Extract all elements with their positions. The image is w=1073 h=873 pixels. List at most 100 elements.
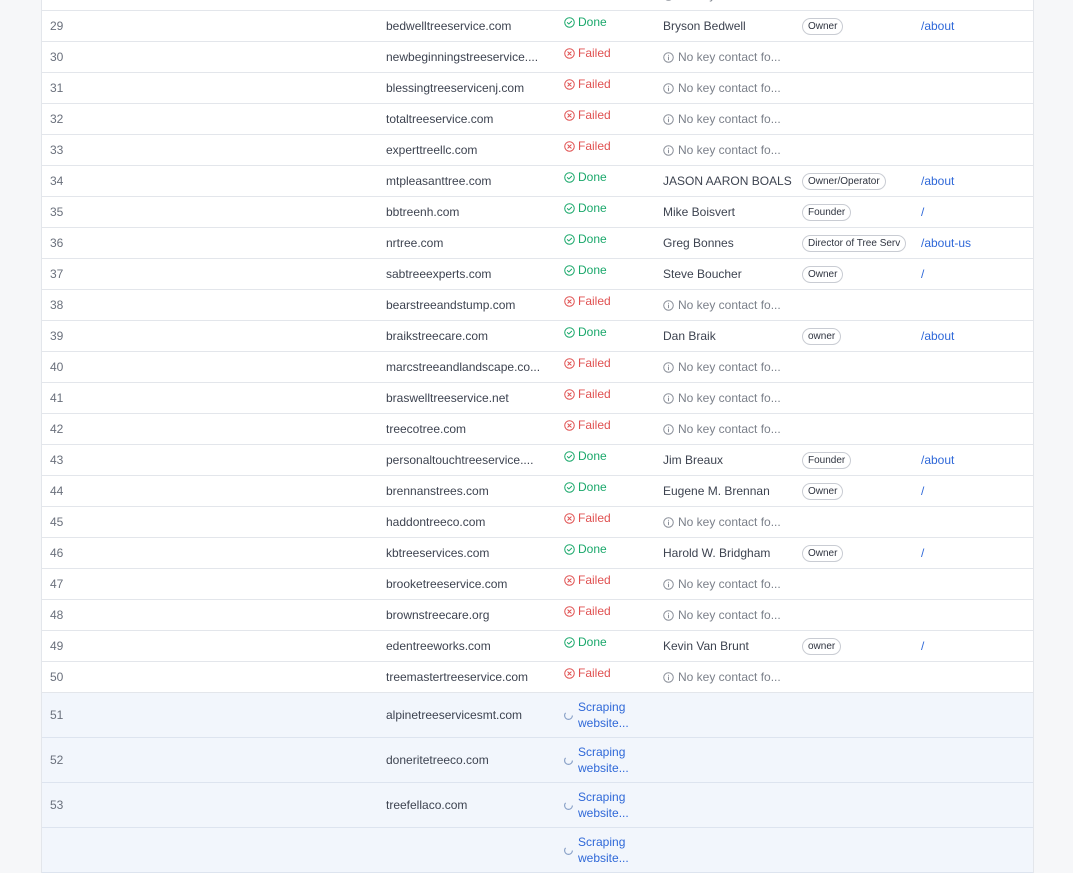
table-row[interactable]: 36 nrtree.com Done Greg Bonnes Director of T…: [42, 228, 1033, 259]
contact-name: Eugene M. Brennan: [663, 476, 795, 506]
table-row[interactable]: 37 sabtreeexperts.com Done Steve Boucher Own…: [42, 259, 1033, 290]
table-row[interactable]: 47 brooketreeservice.com Failed No key cont…: [42, 569, 1033, 600]
table-row[interactable]: 53 treefellaco.com Scraping website...: [42, 783, 1033, 828]
role-badge: Owner: [802, 265, 844, 283]
table-row[interactable]: 40 marcstreeandlandscape.co... Failed No ke…: [42, 352, 1033, 383]
contact-name: No key contact fo...: [663, 0, 795, 10]
table-row[interactable]: 43 personaltouchtreeservice.... Done Jim Br…: [42, 445, 1033, 476]
domain-text: brooketreeservice.com: [386, 577, 508, 591]
source-link[interactable]: /about: [921, 11, 1021, 41]
table-row[interactable]: 33 experttreellc.com Failed No key contact …: [42, 135, 1033, 166]
status-label: Done: [578, 201, 607, 215]
no-contact-text: No key contact fo...: [678, 422, 781, 436]
source-link[interactable]: /about-us: [921, 228, 1021, 258]
contact-name-text: Eugene M. Brennan: [663, 484, 770, 498]
table-row[interactable]: 31 blessingtreeservicenj.com Failed No key …: [42, 73, 1033, 104]
table-row[interactable]: Scraping website...: [42, 828, 1033, 873]
status-label: Done: [578, 542, 607, 556]
status-label: Done: [578, 635, 607, 649]
status-cell: Failed: [564, 135, 654, 165]
domain-text: treefellaco.com: [386, 798, 468, 812]
domain-cell: brennanstrees.com: [386, 476, 554, 506]
domain-cell: blessingtreeservicenj.com: [386, 73, 554, 103]
domain-text: braswelltreeservice.net: [386, 391, 509, 405]
spinner-icon: [564, 800, 573, 810]
domain-text: personaltouchtreeservice....: [386, 453, 534, 467]
source-link[interactable]: /: [921, 197, 1021, 227]
status-cell: Failed: [564, 383, 654, 413]
info-icon: [663, 361, 674, 373]
contact-name: No key contact fo...: [663, 414, 795, 444]
status-label: Done: [578, 170, 607, 184]
check-circle-icon: [564, 450, 575, 462]
status-cell: Done: [564, 445, 654, 475]
status-label: Failed: [578, 418, 611, 432]
source-link[interactable]: /: [921, 631, 1021, 661]
role-cell: owner: [802, 631, 912, 661]
check-circle-icon: [564, 264, 575, 276]
no-contact-text: No key contact fo...: [678, 360, 781, 374]
table-row[interactable]: 30 newbeginningstreeservice.... Failed No k…: [42, 42, 1033, 73]
source-link[interactable]: /: [921, 538, 1021, 568]
status-cell: Scraping website...: [564, 693, 654, 737]
no-contact-text: No key contact fo...: [678, 577, 781, 591]
row-number: 28: [50, 0, 90, 10]
table-row[interactable]: 28 senatetreeservice.com Failed No key cont…: [42, 0, 1033, 11]
table-row[interactable]: 39 braikstreecare.com Done Dan Braik owner/a…: [42, 321, 1033, 352]
status-label: Scraping website...: [578, 790, 629, 820]
row-number: 37: [50, 267, 64, 281]
contact-name: No key contact fo...: [663, 569, 795, 599]
row-number: 52: [50, 753, 64, 767]
domain-text: bedwelltreeservice.com: [386, 19, 512, 33]
row-number: 32: [50, 112, 64, 126]
table-row[interactable]: 44 brennanstrees.com Done Eugene M. Brennan…: [42, 476, 1033, 507]
table-row[interactable]: 38 bearstreeandstump.com Failed No key cont…: [42, 290, 1033, 321]
x-circle-icon: [564, 512, 575, 524]
table-row[interactable]: 51 alpinetreeservicesmt.com Scraping websi…: [42, 693, 1033, 738]
domain-cell: treecotree.com: [386, 414, 554, 444]
row-number: 30: [50, 50, 64, 64]
table-row[interactable]: 29 bedwelltreeservice.com Done Bryson Bedwe…: [42, 11, 1033, 42]
info-icon: [663, 516, 674, 528]
no-contact-text: No key contact fo...: [678, 81, 781, 95]
x-circle-icon: [564, 667, 575, 679]
source-link[interactable]: /: [921, 259, 1021, 289]
row-number: 43: [50, 453, 64, 467]
domain-text: mtpleasanttree.com: [386, 174, 492, 188]
role-cell: Founder: [802, 197, 912, 227]
domain-cell: sabtreeexperts.com: [386, 259, 554, 289]
row-number: 51: [50, 708, 64, 722]
table-row[interactable]: 49 edentreeworks.com Done Kevin Van Brunt ow…: [42, 631, 1033, 662]
status-cell: Failed: [564, 104, 654, 134]
table-row[interactable]: 41 braswelltreeservice.net Failed No key co…: [42, 383, 1033, 414]
domain-text: marcstreeandlandscape.co...: [386, 360, 541, 374]
table-row[interactable]: 42 treecotree.com Failed No key contact fo.…: [42, 414, 1033, 445]
table-row[interactable]: 45 haddontreeco.com Failed No key contact f…: [42, 507, 1033, 538]
status-label: Done: [578, 480, 607, 494]
table-row[interactable]: 46 kbtreeservices.com Done Harold W. Bridgh…: [42, 538, 1033, 569]
contact-name-text: Harold W. Bridgham: [663, 546, 771, 560]
contact-name: Jim Breaux: [663, 445, 795, 475]
status-label: Done: [578, 263, 607, 277]
table-row[interactable]: 35 bbtreenh.com Done Mike Boisvert Founder /: [42, 197, 1033, 228]
status-label: Failed: [578, 356, 611, 370]
contact-name: No key contact fo...: [663, 352, 795, 382]
source-link[interactable]: /: [921, 476, 1021, 506]
source-link[interactable]: /about: [921, 321, 1021, 351]
table-row[interactable]: 52 doneritetreeco.com Scraping website...: [42, 738, 1033, 783]
info-icon: [663, 392, 674, 404]
role-badge: owner: [802, 327, 842, 345]
table-row[interactable]: 34 mtpleasanttree.com Done JASON AARON BOAL…: [42, 166, 1033, 197]
row-number: 34: [50, 174, 64, 188]
domain-cell: haddontreeco.com: [386, 507, 554, 537]
domain-cell: braikstreecare.com: [386, 321, 554, 351]
table-row[interactable]: 48 brownstreecare.org Failed No key contact…: [42, 600, 1033, 631]
domain-cell: newbeginningstreeservice....: [386, 42, 554, 72]
source-link[interactable]: /about: [921, 445, 1021, 475]
source-link[interactable]: /about: [921, 166, 1021, 196]
x-circle-icon: [564, 47, 575, 59]
table-row[interactable]: 32 totaltreeservice.com Failed No key conta…: [42, 104, 1033, 135]
table-row[interactable]: 50 treemastertreeservice.com Failed No key …: [42, 662, 1033, 693]
contact-name: No key contact fo...: [663, 73, 795, 103]
status-label: Scraping website...: [578, 745, 629, 775]
